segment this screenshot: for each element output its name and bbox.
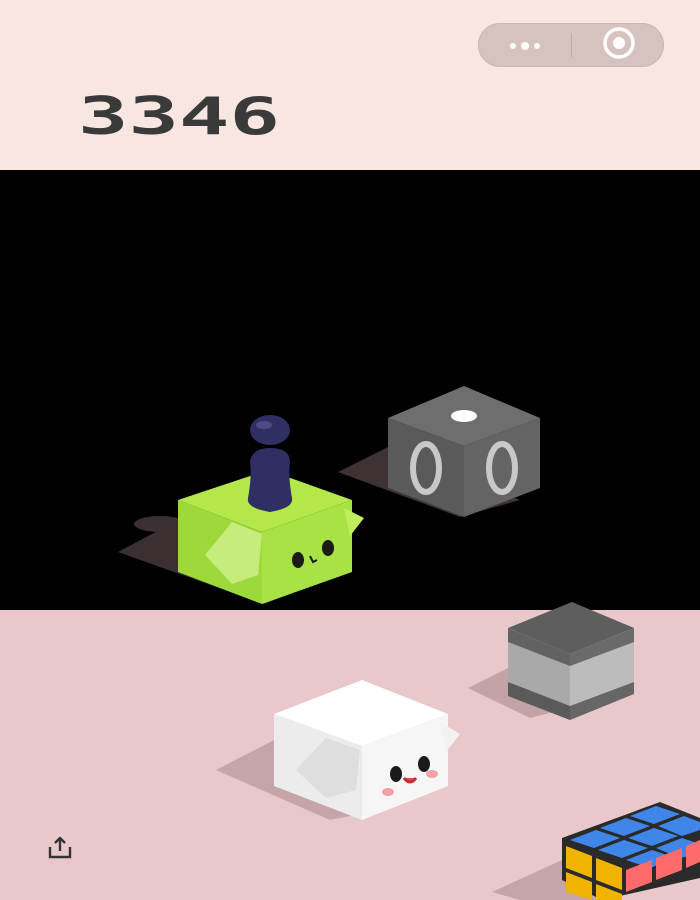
share-icon <box>46 836 74 866</box>
rubik-cube-platform <box>562 802 700 900</box>
player-piece <box>247 415 293 512</box>
gray-stack-block <box>508 602 634 720</box>
game-scene <box>118 386 700 900</box>
share-button[interactable] <box>46 834 74 862</box>
